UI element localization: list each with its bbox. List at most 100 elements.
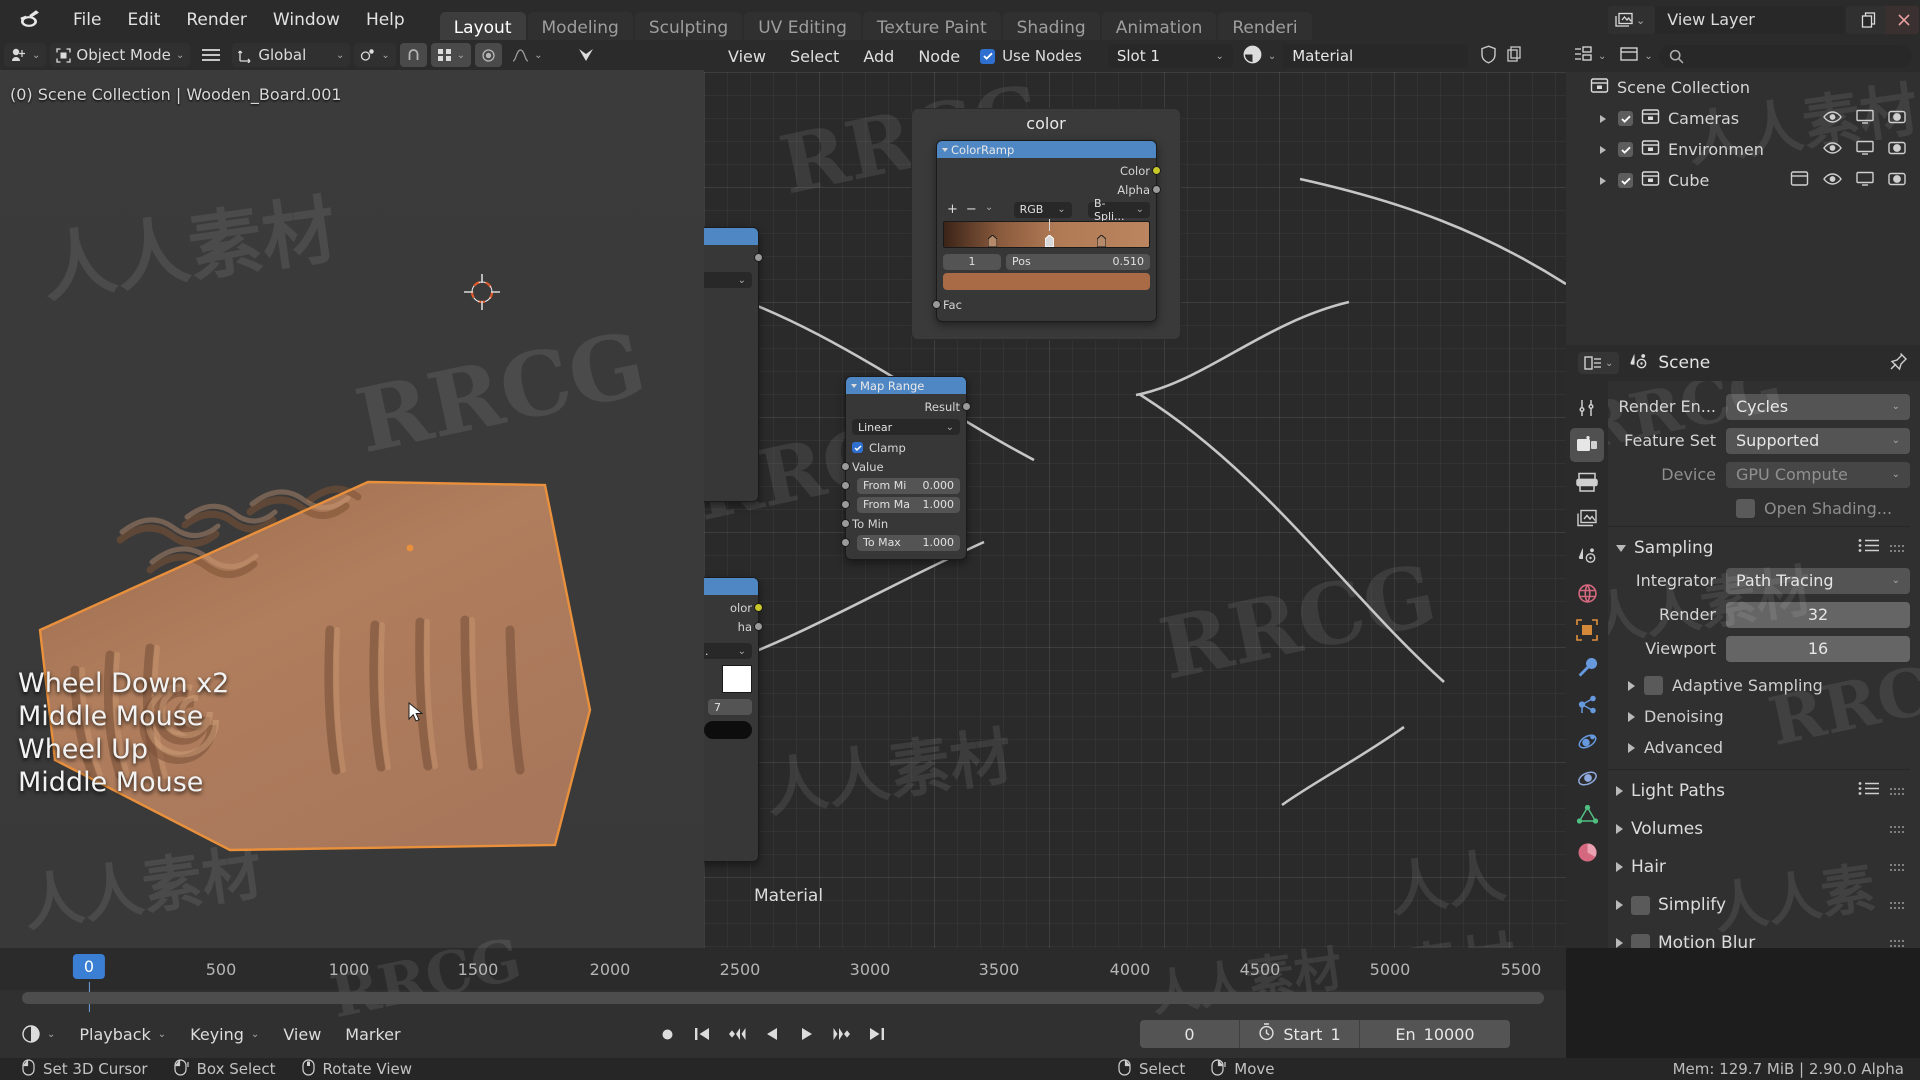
node-menu-select[interactable]: Select [778, 47, 851, 66]
socket-from-min-input[interactable] [841, 481, 850, 490]
menu-render[interactable]: Render [173, 5, 260, 35]
panel-arrow-right-icon[interactable] [1616, 900, 1623, 910]
motion-blur-checkbox[interactable] [1631, 933, 1650, 948]
partial-color-swatch-white[interactable] [722, 665, 752, 693]
monitor-icon[interactable] [1856, 140, 1874, 160]
collapse-triangle-icon[interactable] [942, 147, 948, 152]
shield-icon[interactable] [1480, 44, 1497, 68]
colorramp-gradient[interactable] [943, 219, 1150, 248]
socket-row-alpha-out[interactable]: Alpha [943, 181, 1161, 198]
monitor-icon[interactable] [1856, 171, 1874, 191]
camera-render-icon[interactable] [1888, 109, 1906, 129]
play-reverse-button[interactable] [755, 1020, 789, 1048]
pin-icon[interactable] [1889, 352, 1908, 375]
properties-tab-scene[interactable] [1570, 539, 1604, 573]
panel-grip-icon[interactable] [1890, 857, 1904, 877]
transform-orientation-dropdown[interactable]: Global ⌄ [232, 43, 351, 67]
object-mode-dropdown[interactable]: Object Mode ⌄ [50, 43, 191, 67]
properties-body[interactable]: RRCG 人人素材 RRCG 人人素材 Render En... Cycles ⌄… [1608, 381, 1920, 948]
panel-grip-icon[interactable] [1890, 781, 1904, 801]
end-frame-field[interactable]: En 10000 [1360, 1020, 1510, 1048]
panel-arrow-right-icon[interactable] [1628, 711, 1635, 722]
new-view-layer-icon[interactable] [1852, 6, 1887, 34]
node-colorramp[interactable]: ColorRamp Color Alpha + − ⌄ RGB ⌄ B-Spli… [932, 140, 1161, 322]
to-max-field[interactable]: To Max 1.000 [857, 534, 960, 551]
adaptive-sampling-checkbox[interactable] [1644, 676, 1663, 695]
color-mode-dropdown[interactable]: RGB ⌄ [1013, 201, 1072, 218]
map-range-interpolation-dropdown[interactable]: Linear ⌄ [852, 419, 960, 435]
colorramp-menu-icon[interactable]: ⌄ [985, 202, 993, 217]
properties-tab-render[interactable] [1570, 428, 1604, 462]
camera-render-icon[interactable] [1888, 171, 1906, 191]
menu-file[interactable]: File [60, 5, 114, 35]
material-name-field[interactable]: Material [1282, 44, 1469, 68]
osl-row[interactable]: Open Shading... [1608, 493, 1910, 523]
socket-row-color-out[interactable]: Color [943, 162, 1161, 179]
playback-dropdown[interactable]: Playback ⌄ [69, 1020, 177, 1048]
socket-row-alpha-out[interactable]: ha [704, 618, 763, 635]
clamp-checkbox[interactable] [852, 442, 863, 453]
socket-value-input[interactable] [841, 462, 850, 471]
socket-row-color-out[interactable]: olor [704, 599, 763, 616]
colorramp-stop[interactable] [988, 235, 997, 247]
viewport-menus-icon[interactable] [194, 43, 228, 67]
node-map-range[interactable]: Map Range Result Linear ⌄ Clamp Value Fr… [841, 376, 971, 560]
properties-tab-constraints[interactable] [1570, 761, 1604, 795]
timeline-ruler[interactable]: RRCG 人人素材 0 500 1000 1500 2000 2500 3000… [0, 925, 1566, 1031]
interpolation-dropdown[interactable]: B-Spli... ⌄ [1087, 197, 1150, 223]
properties-tab-object-data[interactable] [1570, 798, 1604, 832]
properties-editor-type-button[interactable]: ⌄ [1578, 352, 1620, 374]
snap-settings-dropdown[interactable]: ⌄ [430, 43, 472, 67]
view-layer-name-field[interactable]: View Layer [1655, 6, 1846, 34]
current-frame-field[interactable]: 0 [1140, 1020, 1240, 1048]
properties-editor[interactable]: ⌄ Scene RRCG 人人素材 RRCG 人人素材 Render En...… [1566, 345, 1920, 948]
proportional-editing-icon[interactable] [475, 43, 503, 67]
colorramp-index-field[interactable]: 1 [943, 253, 1001, 270]
monitor-icon[interactable] [1856, 109, 1874, 129]
outliner-row-scene-collection[interactable]: Scene Collection [1566, 72, 1920, 103]
socket-row-from-min[interactable]: From Mi 0.000 [841, 477, 960, 494]
timeline-playhead[interactable]: 0 [72, 954, 106, 1012]
socket-to-min-input[interactable] [841, 519, 850, 528]
blender-logo-icon[interactable] [16, 7, 50, 33]
snap-magnet-icon[interactable] [399, 43, 427, 67]
partial-dropdown[interactable]: ⌄ [704, 272, 752, 288]
socket-output[interactable] [754, 253, 763, 262]
colorramp-stop[interactable] [1097, 235, 1106, 247]
pivot-point-dropdown[interactable]: ⌄ [354, 43, 396, 67]
camera-render-icon[interactable] [1888, 140, 1906, 160]
node-menu-node[interactable]: Node [906, 47, 972, 66]
panel-light-paths[interactable]: Light Paths [1608, 774, 1910, 808]
preset-list-icon[interactable] [1858, 781, 1880, 801]
node-menu-view[interactable]: View [716, 47, 778, 66]
socket-row-to-min[interactable]: To Min [841, 515, 960, 532]
simplify-checkbox[interactable] [1631, 895, 1650, 915]
socket-result-output[interactable] [962, 402, 971, 411]
menu-window[interactable]: Window [260, 5, 353, 35]
feature-set-dropdown[interactable]: Supported ⌄ [1726, 427, 1910, 454]
node-menu-add[interactable]: Add [851, 47, 906, 66]
previous-keyframe-button[interactable] [720, 1020, 754, 1048]
panel-hair[interactable]: Hair [1608, 850, 1910, 884]
collapse-triangle-icon[interactable] [851, 383, 857, 388]
viewport-samples-field[interactable]: 16 [1726, 635, 1910, 662]
material-selector[interactable]: ⌄ Material [1243, 44, 1522, 68]
play-button[interactable] [790, 1020, 824, 1048]
integrator-dropdown[interactable]: Path Tracing ⌄ [1726, 567, 1910, 594]
socket-from-max-input[interactable] [841, 500, 850, 509]
outliner-display-dropdown-icon[interactable]: ⌄ [1644, 51, 1652, 62]
partial-color-swatch-black[interactable] [704, 721, 752, 739]
jump-to-start-button[interactable] [685, 1020, 719, 1048]
socket-fac-input[interactable] [932, 300, 941, 309]
eye-icon[interactable] [1823, 109, 1842, 128]
socket-row-to-max[interactable]: To Max 1.000 [841, 534, 960, 551]
remove-view-layer-icon[interactable] [1889, 6, 1920, 34]
panel-arrow-right-icon[interactable] [1616, 862, 1623, 872]
properties-tab-output[interactable] [1570, 465, 1604, 499]
socket-color-output[interactable] [1152, 166, 1161, 175]
disclosure-triangle-icon[interactable] [1596, 176, 1610, 185]
node-header[interactable] [704, 578, 758, 595]
editor-type-button[interactable]: ⌄ [4, 43, 47, 67]
outliner-row-cube[interactable]: Cube [1566, 165, 1920, 196]
add-stop-button[interactable]: + [947, 202, 958, 217]
